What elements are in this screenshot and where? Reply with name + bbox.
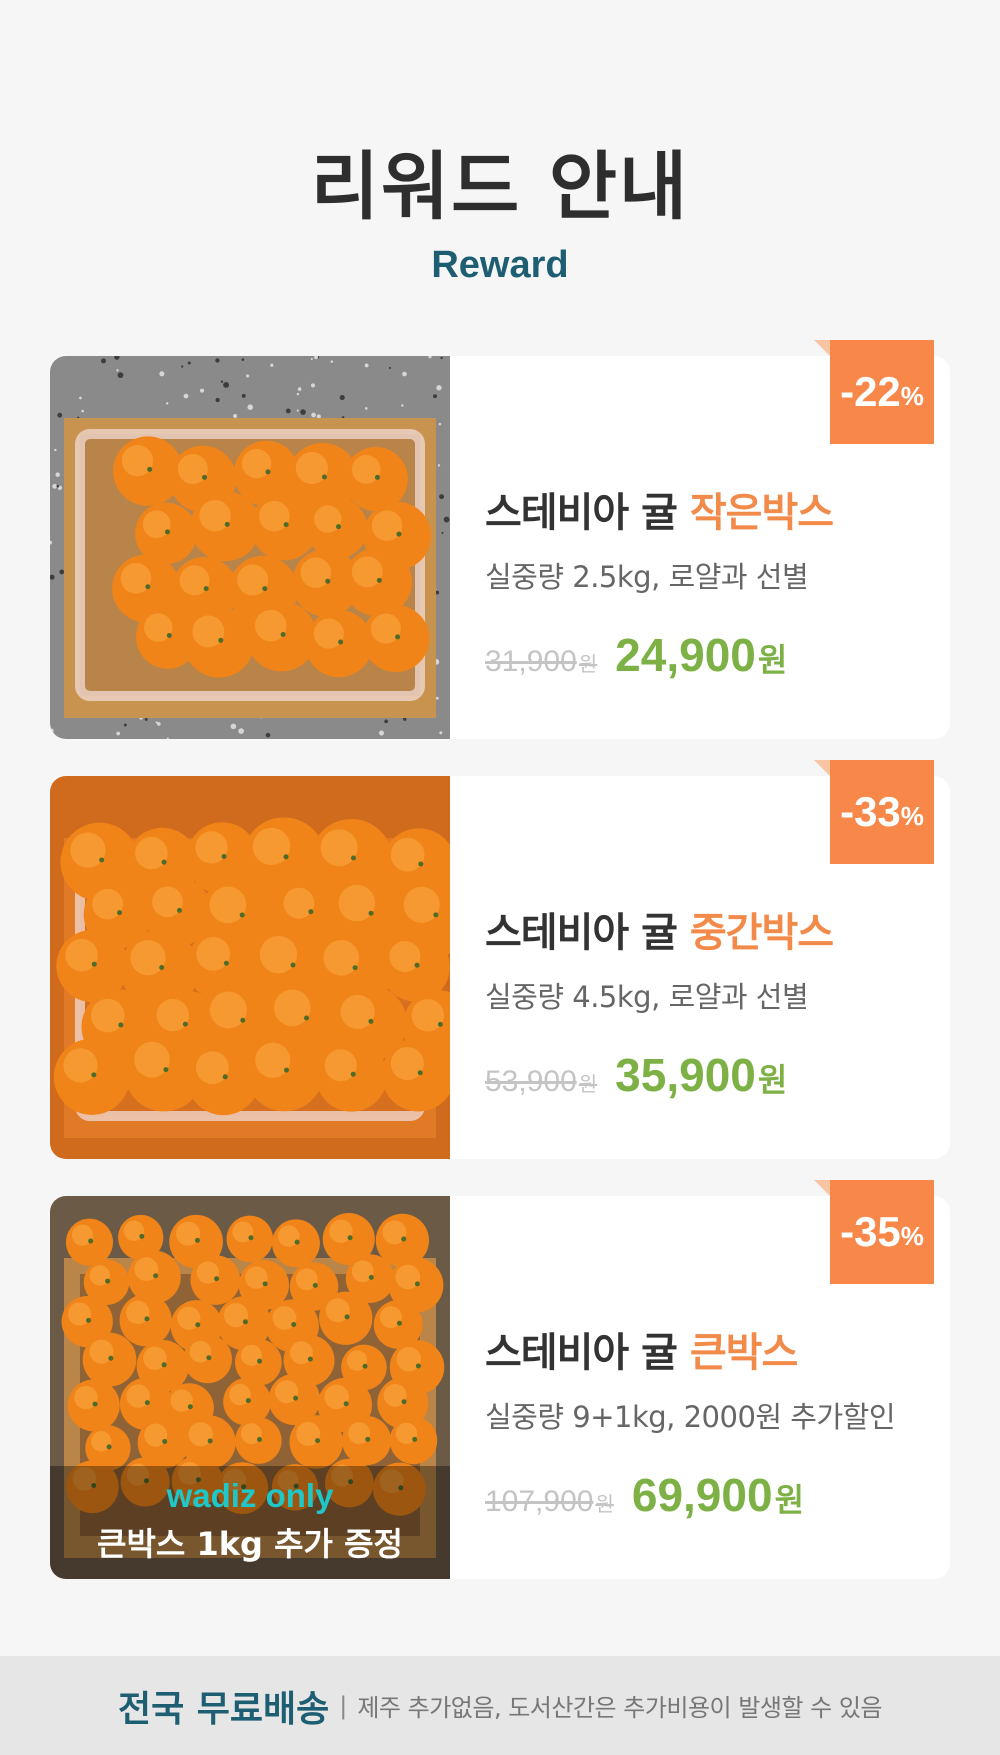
page-subtitle: Reward: [431, 244, 569, 286]
sale-price: 69,900: [631, 1469, 773, 1521]
sale-price-unit: 원: [757, 1061, 788, 1099]
tangerine-box-photo: [50, 356, 450, 739]
discount-badge: -22%: [814, 340, 934, 444]
reward-prices: 107,900 원 69,900 원: [485, 1468, 945, 1522]
original-price: 107,900: [485, 1485, 594, 1518]
free-shipping-label: 전국 무료배송: [117, 1688, 330, 1730]
discount-value: -22: [840, 368, 901, 415]
sale-price-unit: 원: [757, 641, 788, 679]
discount-badge: -33%: [814, 760, 934, 864]
reward-info: 스테비아 귤 중간박스 실중량 4.5kg, 로얄과 선별 53,900 원 35…: [485, 900, 945, 1102]
original-price-unit: 원: [595, 1492, 614, 1516]
discount-value: -35: [840, 1208, 901, 1255]
reward-prices: 31,900 원 24,900 원: [485, 628, 945, 682]
promo-overlay: wadiz only 큰박스 1kg 추가 증정: [50, 1477, 450, 1565]
reward-card-small[interactable]: -22% 스테비아 귤 작은박스 실중량 2.5kg, 로얄과 선별 31,90…: [50, 340, 950, 739]
reward-desc: 실중량 2.5kg, 로얄과 선별: [485, 560, 809, 594]
discount-value: -33: [840, 788, 901, 835]
reward-name: 스테비아 귤 큰박스: [485, 1320, 945, 1378]
reward-desc: 실중량 9+1kg, 2000원 추가할인: [485, 1400, 896, 1434]
shipping-note: 제주 추가없음, 도서산간은 추가비용이 발생할 수 있음: [357, 1694, 883, 1722]
reward-name-prefix: 스테비아 귤: [485, 1330, 690, 1376]
reward-info: 스테비아 귤 작은박스 실중량 2.5kg, 로얄과 선별 31,900 원 24…: [485, 480, 945, 682]
discount-badge: -35%: [814, 1180, 934, 1284]
reward-name-highlight: 큰박스: [689, 1330, 798, 1376]
sale-price: 24,900: [615, 629, 756, 681]
page-header: 리워드 안내 Reward: [0, 150, 1000, 287]
reward-card-medium[interactable]: -33% 스테비아 귤 중간박스 실중량 4.5kg, 로얄과 선별 53,90…: [50, 760, 950, 1159]
reward-name: 스테비아 귤 중간박스: [485, 900, 945, 958]
original-price-unit: 원: [578, 1072, 598, 1096]
reward-name-highlight: 중간박스: [689, 910, 834, 956]
footer-separator: |: [339, 1691, 348, 1720]
reward-name: 스테비아 귤 작은박스: [485, 480, 945, 538]
discount-percent: %: [900, 380, 924, 411]
reward-name-prefix: 스테비아 귤: [485, 910, 690, 956]
page-title: 리워드 안내: [310, 144, 690, 230]
reward-desc: 실중량 4.5kg, 로얄과 선별: [485, 980, 809, 1014]
reward-prices: 53,900 원 35,900 원: [485, 1048, 945, 1102]
reward-info: 스테비아 귤 큰박스 실중량 9+1kg, 2000원 추가할인 107,900…: [485, 1320, 945, 1522]
tangerine-box-photo: [50, 776, 450, 1159]
discount-percent: %: [900, 1220, 924, 1251]
sale-price-unit: 원: [774, 1481, 805, 1519]
original-price: 53,900: [485, 1065, 577, 1098]
reward-name-highlight: 작은박스: [689, 490, 834, 536]
original-price-unit: 원: [578, 652, 598, 676]
shipping-footer: 전국 무료배송 | 제주 추가없음, 도서산간은 추가비용이 발생할 수 있음: [0, 1656, 1000, 1755]
reward-card-large[interactable]: wadiz only 큰박스 1kg 추가 증정 -35% 스테비아 귤 큰박스…: [50, 1180, 950, 1579]
original-price: 31,900: [485, 645, 577, 678]
bonus-label: 큰박스 1kg 추가 증정: [97, 1525, 403, 1563]
sale-price: 35,900: [615, 1049, 756, 1101]
wadiz-only-label: wadiz only: [166, 1477, 334, 1514]
reward-name-prefix: 스테비아 귤: [485, 490, 690, 536]
discount-percent: %: [900, 800, 924, 831]
